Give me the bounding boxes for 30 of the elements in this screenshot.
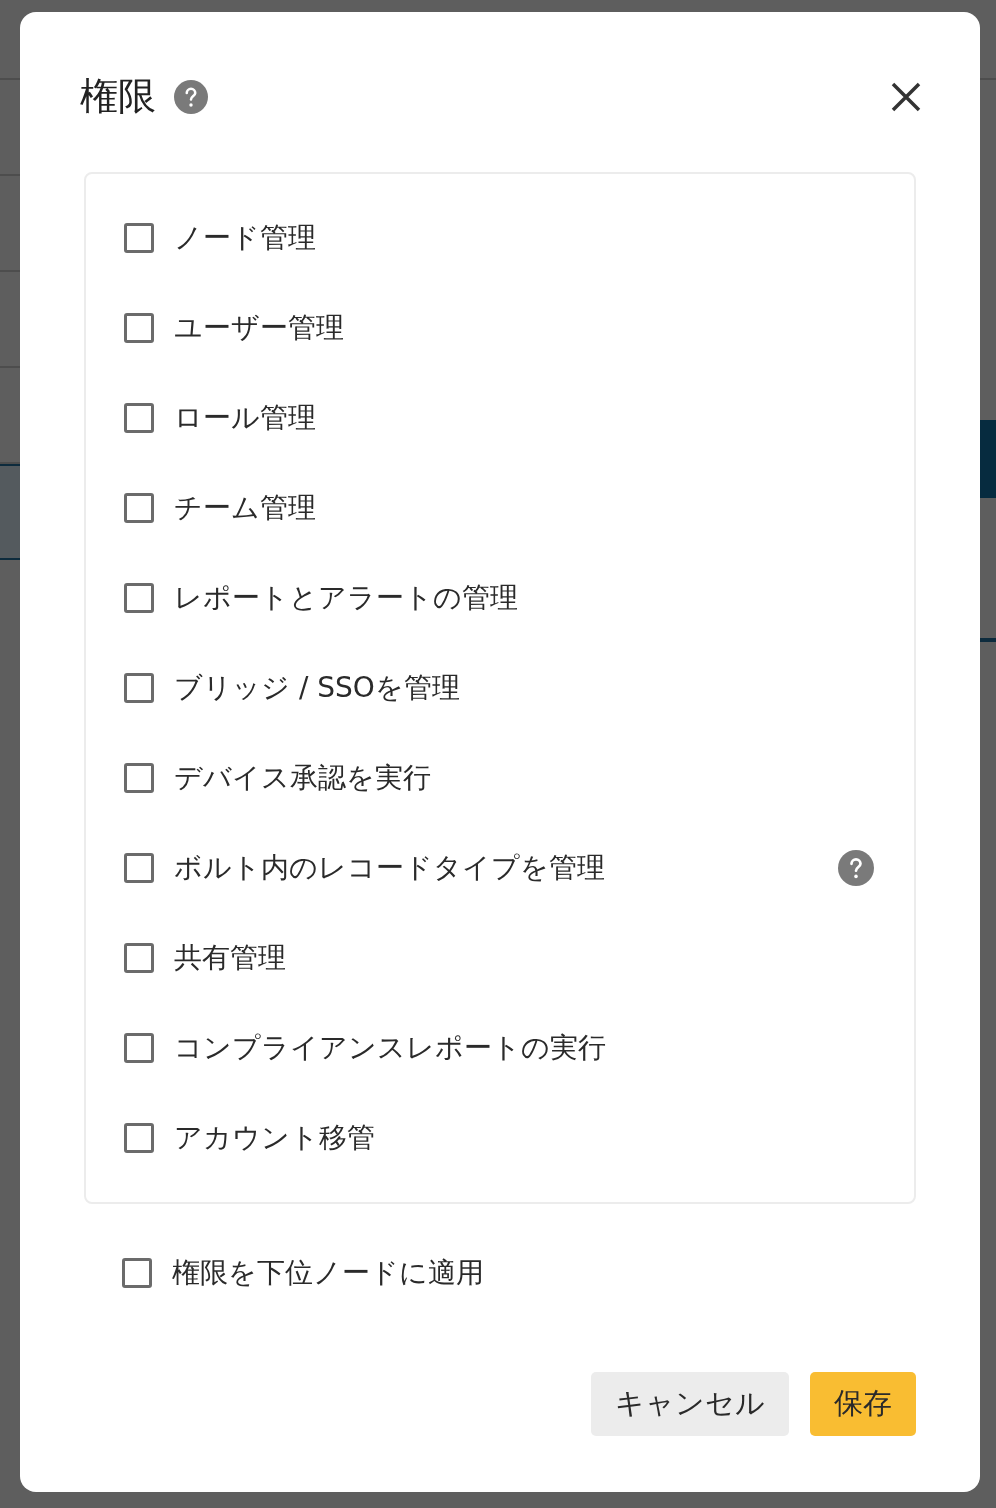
save-button[interactable]: 保存 (810, 1372, 916, 1436)
checkbox[interactable] (122, 1258, 152, 1288)
permission-label[interactable]: ボルト内のレコードタイプを管理 (174, 847, 605, 889)
permission-label[interactable]: ユーザー管理 (174, 307, 344, 349)
checkbox[interactable] (124, 583, 154, 613)
checkbox-label[interactable]: 権限を下位ノードに適用 (172, 1252, 484, 1294)
permission-label[interactable]: レポートとアラートの管理 (174, 577, 518, 619)
checkbox[interactable] (124, 673, 154, 703)
permission-label[interactable]: チーム管理 (174, 487, 316, 529)
help-icon[interactable] (174, 79, 208, 114)
checkbox[interactable] (124, 313, 154, 343)
checkbox[interactable] (124, 493, 154, 523)
permission-label[interactable]: ノード管理 (174, 217, 316, 259)
checkbox[interactable] (124, 763, 154, 793)
dialog-title: 権限 (80, 73, 156, 120)
checkbox[interactable] (124, 943, 154, 973)
permission-label[interactable]: コンプライアンスレポートの実行 (174, 1027, 606, 1069)
checkbox[interactable] (124, 223, 154, 253)
close-icon[interactable] (891, 81, 921, 112)
permission-label[interactable]: 共有管理 (174, 937, 286, 979)
permission-label[interactable]: ブリッジ / SSOを管理 (174, 667, 460, 709)
permission-label[interactable]: アカウント移管 (174, 1117, 375, 1159)
checkbox[interactable] (124, 1033, 154, 1063)
checkbox[interactable] (124, 403, 154, 433)
checkbox[interactable] (124, 1123, 154, 1153)
permission-label[interactable]: デバイス承認を実行 (174, 757, 431, 799)
permission-label[interactable]: ロール管理 (174, 397, 316, 439)
cancel-button[interactable]: キャンセル (591, 1372, 789, 1436)
help-icon[interactable] (838, 850, 874, 886)
checkbox[interactable] (124, 853, 154, 883)
